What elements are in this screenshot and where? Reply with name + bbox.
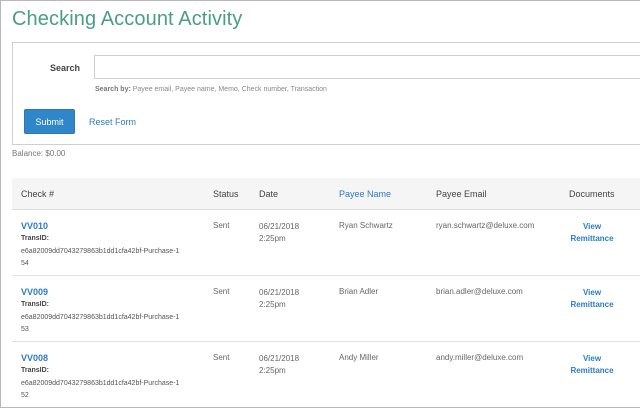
header-documents: Documents bbox=[569, 189, 615, 199]
time-value: 2:25pm bbox=[259, 234, 286, 243]
status-cell: Sent bbox=[213, 221, 230, 230]
table-row: VV010 TransID: e6a82009dd7043279863b1dd1… bbox=[12, 210, 640, 276]
time-value: 2:25pm bbox=[259, 366, 286, 375]
date-value: 06/21/2018 bbox=[259, 288, 300, 297]
doc-link-line1: View bbox=[582, 222, 602, 231]
view-remittance-link[interactable]: View Remittance bbox=[560, 353, 624, 377]
trans-id-value: e6a82009dd7043279863b1dd1cfa42bf-Purchas… bbox=[21, 314, 180, 333]
search-hint-text: Payee email, Payee name, Memo, Check num… bbox=[132, 86, 327, 93]
page-title: Checking Account Activity bbox=[12, 8, 243, 30]
payee-name-cell: Andy Miller bbox=[339, 353, 379, 362]
check-number-link[interactable]: VV010 bbox=[21, 221, 48, 231]
date-value: 06/21/2018 bbox=[259, 354, 300, 363]
payee-email-cell: ryan.schwartz@deluxe.com bbox=[436, 221, 535, 230]
payee-email-cell: brian.adler@deluxe.com bbox=[436, 287, 523, 296]
trans-id-label: TransID: bbox=[21, 367, 50, 374]
table-row: VV009 TransID: e6a82009dd7043279863b1dd1… bbox=[12, 276, 640, 342]
doc-link-line2: Remittance bbox=[570, 300, 614, 309]
search-label: Search bbox=[50, 63, 81, 73]
activity-table: Check # Status Date Payee Name Payee Ema… bbox=[12, 178, 640, 407]
header-status: Status bbox=[213, 189, 239, 199]
search-hint-prefix: Search by: bbox=[95, 86, 131, 93]
check-number-link[interactable]: VV009 bbox=[21, 287, 48, 297]
doc-link-line2: Remittance bbox=[570, 234, 614, 243]
doc-link-line1: View bbox=[582, 288, 602, 297]
submit-button[interactable]: Submit bbox=[24, 109, 75, 134]
status-cell: Sent bbox=[213, 287, 230, 296]
doc-link-line2: Remittance bbox=[570, 366, 614, 375]
status-cell: Sent bbox=[213, 353, 230, 362]
trans-id-label: TransID: bbox=[21, 301, 50, 308]
table-row: VV008 TransID: e6a82009dd7043279863b1dd1… bbox=[12, 342, 640, 407]
header-date: Date bbox=[259, 189, 279, 199]
date-value: 06/21/2018 bbox=[259, 222, 300, 231]
reset-form-link[interactable]: Reset Form bbox=[89, 117, 136, 127]
header-check[interactable]: Check # bbox=[21, 189, 54, 199]
doc-link-line1: View bbox=[582, 354, 602, 363]
check-number-link[interactable]: VV008 bbox=[21, 353, 48, 363]
search-input[interactable] bbox=[94, 55, 640, 79]
payee-email-cell: andy.miller@deluxe.com bbox=[436, 353, 524, 362]
date-cell: 06/21/2018 2:25pm bbox=[259, 287, 329, 311]
table-header: Check # Status Date Payee Name Payee Ema… bbox=[12, 178, 640, 210]
balance-text: Balance: $0.00 bbox=[12, 149, 66, 158]
date-cell: 06/21/2018 2:25pm bbox=[259, 221, 329, 245]
header-payee-name[interactable]: Payee Name bbox=[339, 189, 391, 199]
view-remittance-link[interactable]: View Remittance bbox=[560, 287, 624, 311]
search-hint: Search by: Payee email, Payee name, Memo… bbox=[95, 86, 327, 93]
trans-id-value: e6a82009dd7043279863b1dd1cfa42bf-Purchas… bbox=[21, 380, 180, 399]
trans-id-value: e6a82009dd7043279863b1dd1cfa42bf-Purchas… bbox=[21, 248, 180, 267]
date-cell: 06/21/2018 2:25pm bbox=[259, 353, 329, 377]
app-frame: Checking Account Activity Search Search … bbox=[0, 0, 640, 408]
search-panel: Search Search by: Payee email, Payee nam… bbox=[12, 42, 640, 145]
trans-id-label: TransID: bbox=[21, 235, 50, 242]
payee-name-cell: Ryan Schwartz bbox=[339, 221, 393, 230]
view-remittance-link[interactable]: View Remittance bbox=[560, 221, 624, 245]
header-payee-email: Payee Email bbox=[436, 189, 487, 199]
time-value: 2:25pm bbox=[259, 300, 286, 309]
payee-name-cell: Brian Adler bbox=[339, 287, 379, 296]
